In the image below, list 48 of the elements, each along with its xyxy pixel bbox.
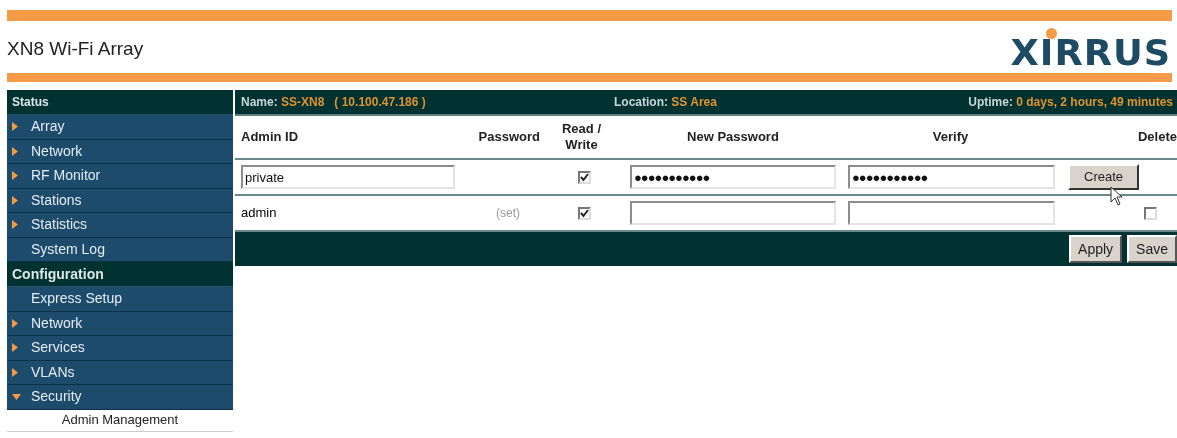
delete-checkbox[interactable]: [1144, 206, 1157, 220]
collapsed-arrow-icon: [12, 122, 18, 132]
column-header: Read / Write: [561, 121, 602, 153]
collapsed-arrow-icon: [12, 343, 18, 353]
sidebar-item[interactable]: Array: [7, 115, 233, 140]
input-field[interactable]: ●●●●●●●●●●●: [630, 165, 836, 189]
action-button[interactable]: Apply: [1069, 235, 1123, 263]
column-header: Verify: [931, 128, 970, 147]
sidebar-section[interactable]: Configuration: [7, 262, 233, 287]
password-status: (set): [496, 206, 520, 221]
info-field: Name: SS-XN8 ( 10.100.47.186 ): [241, 93, 614, 111]
checkbox[interactable]: [577, 206, 591, 220]
input-field[interactable]: [848, 201, 1055, 225]
collapsed-arrow-icon: [12, 318, 18, 328]
sidebar-item[interactable]: Statistics: [7, 213, 233, 238]
column-header: Password: [477, 128, 540, 147]
sidebar-item[interactable]: Network: [7, 311, 233, 336]
input-field[interactable]: private: [241, 165, 455, 189]
sidebar-item[interactable]: Security: [7, 385, 233, 410]
sidebar-item[interactable]: Network: [7, 139, 233, 164]
logo-dot-icon: [1046, 28, 1058, 39]
action-button[interactable]: Save: [1127, 235, 1177, 263]
create-button[interactable]: Create: [1068, 164, 1140, 190]
sidebar-item[interactable]: Services: [7, 336, 233, 361]
sidebar-item[interactable]: Express Setup: [7, 287, 233, 312]
info-field: Uptime: 0 days, 2 hours, 49 minutes: [904, 93, 1177, 111]
collapsed-arrow-icon: [12, 367, 18, 377]
expanded-arrow-icon: [12, 393, 21, 400]
sidebar-item[interactable]: VLANs: [7, 360, 233, 385]
collapsed-arrow-icon: [12, 195, 18, 205]
input-field[interactable]: [630, 201, 836, 225]
page-title: XN8 Wi-Fi Array: [7, 36, 144, 61]
input-field[interactable]: ●●●●●●●●●●●: [848, 165, 1055, 189]
table-cell-text: admin: [241, 204, 277, 223]
logo: XIRRUS: [1010, 35, 1172, 71]
collapsed-arrow-icon: [12, 220, 18, 230]
cursor-icon: [1110, 186, 1124, 206]
column-header: Admin ID: [240, 128, 300, 147]
sidebar-section[interactable]: Status: [7, 90, 233, 115]
sidebar-item[interactable]: RF Monitor: [7, 164, 233, 189]
column-header: Delete: [1136, 128, 1177, 147]
column-header: New Password: [686, 128, 780, 147]
collapsed-arrow-icon: [12, 171, 18, 181]
collapsed-arrow-icon: [12, 146, 18, 156]
info-field: Location: SS Area: [614, 93, 904, 111]
sidebar-item[interactable]: Stations: [7, 188, 233, 213]
checkbox[interactable]: [577, 170, 591, 184]
sidebar-item[interactable]: System Log: [7, 237, 233, 262]
